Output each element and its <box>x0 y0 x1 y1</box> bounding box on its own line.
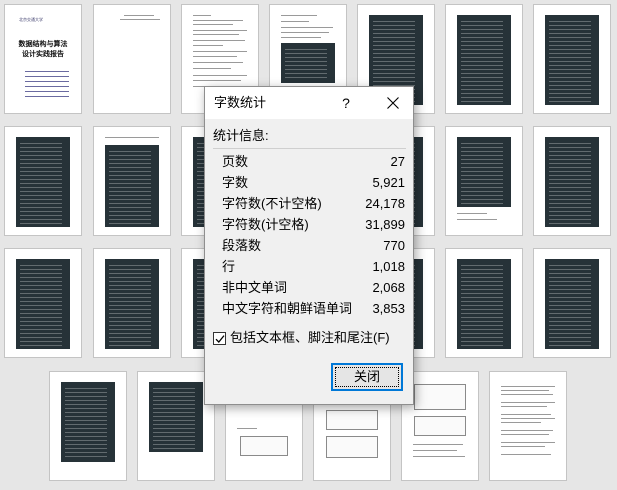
page-thumbnail-14[interactable] <box>533 126 611 236</box>
stat-label: 中文字符和朝鲜语单词 <box>222 301 353 316</box>
stat-value: 27 <box>390 154 405 169</box>
stat-value: 1,018 <box>372 259 405 274</box>
stat-label: 行 <box>222 259 236 274</box>
cover-title-line1: 数据结构与算法 <box>18 39 68 48</box>
stat-row-lines: 行 1,018 <box>222 257 405 277</box>
stat-label: 字符数(计空格) <box>222 217 309 232</box>
stat-label: 字数 <box>222 175 249 190</box>
page-thumbnail-6[interactable] <box>445 4 523 114</box>
stat-label: 非中文单词 <box>222 280 288 295</box>
include-textboxes-checkbox[interactable] <box>213 332 226 345</box>
stat-row-words: 字数 5,921 <box>222 173 405 193</box>
page-thumbnail-15[interactable] <box>4 248 82 358</box>
close-button-label: 关闭 <box>335 367 399 387</box>
word-count-dialog: 字数统计 ? 统计信息: 页数 27 字数 5,921 字符数(不计空格) 24… <box>204 86 414 405</box>
dialog-title: 字数统计 <box>214 95 267 110</box>
separator <box>213 148 406 149</box>
stat-row-asian-chars: 中文字符和朝鲜语单词 3,853 <box>222 299 405 319</box>
stat-label: 段落数 <box>222 238 262 253</box>
stat-row-paragraphs: 段落数 770 <box>222 236 405 256</box>
stat-label: 字符数(不计空格) <box>222 196 322 211</box>
close-icon[interactable] <box>373 87 413 119</box>
checkmark-icon <box>215 335 225 343</box>
cover-title-line2: 设计实践报告 <box>22 49 64 58</box>
cover-logo: 北京交通大学 <box>19 17 43 22</box>
page-thumbnail-7[interactable] <box>533 4 611 114</box>
page-thumbnail-22[interactable] <box>49 371 127 481</box>
dialog-titlebar[interactable]: 字数统计 ? <box>205 87 413 119</box>
statistics-label: 统计信息: <box>213 128 269 143</box>
stat-row-non-asian-words: 非中文单词 2,068 <box>222 278 405 298</box>
page-thumbnail-21[interactable] <box>533 248 611 358</box>
stat-row-pages: 页数 27 <box>222 152 405 172</box>
page-thumbnail-13[interactable] <box>445 126 523 236</box>
stat-value: 3,853 <box>372 301 405 316</box>
stat-value: 2,068 <box>372 280 405 295</box>
page-thumbnail-1[interactable]: 北京交通大学 数据结构与算法 设计实践报告 <box>4 4 82 114</box>
stat-row-chars-no-spaces: 字符数(不计空格) 24,178 <box>222 194 405 214</box>
stat-value: 5,921 <box>372 175 405 190</box>
page-thumbnail-8[interactable] <box>4 126 82 236</box>
page-thumbnail-27[interactable] <box>489 371 567 481</box>
page-thumbnail-2[interactable] <box>93 4 171 114</box>
close-button[interactable]: 关闭 <box>331 363 403 391</box>
include-textboxes-label[interactable]: 包括文本框、脚注和尾注(F) <box>230 330 390 346</box>
stat-value: 770 <box>383 238 405 253</box>
help-icon[interactable]: ? <box>329 87 363 119</box>
page-thumbnail-16[interactable] <box>93 248 171 358</box>
stat-row-chars-with-spaces: 字符数(计空格) 31,899 <box>222 215 405 235</box>
stat-value: 31,899 <box>365 217 405 232</box>
page-thumbnail-9[interactable] <box>93 126 171 236</box>
stat-value: 24,178 <box>365 196 405 211</box>
stat-label: 页数 <box>222 154 249 169</box>
page-thumbnail-20[interactable] <box>445 248 523 358</box>
